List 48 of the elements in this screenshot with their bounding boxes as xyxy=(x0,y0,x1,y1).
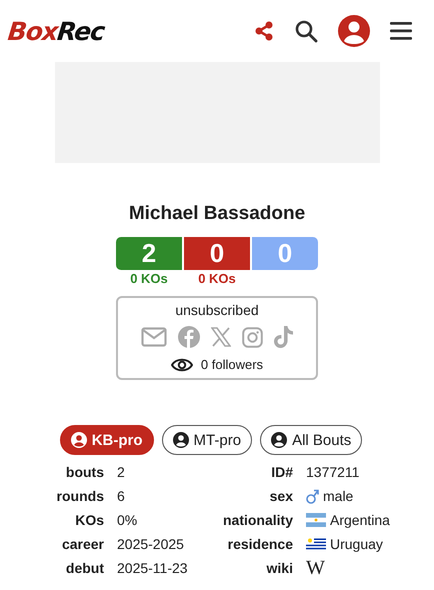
record-count: 0 xyxy=(184,237,250,270)
stat-label: rounds xyxy=(56,488,104,504)
wikipedia-link[interactable]: W xyxy=(306,559,325,577)
stat-label: debut xyxy=(66,560,104,576)
tab[interactable]: MT-pro xyxy=(162,425,252,455)
follower-count: 0 followers xyxy=(200,357,264,372)
stat-label: career xyxy=(62,536,104,552)
ko-count: 0 KOs xyxy=(130,271,168,286)
ko-count: 0 KOs xyxy=(198,271,236,286)
share-icon[interactable] xyxy=(254,21,274,41)
boxrec-logo[interactable]: BoxRec xyxy=(6,16,106,46)
stat-label: wiki xyxy=(266,560,293,576)
user-icon xyxy=(70,432,87,448)
stat-value: 1377211 xyxy=(306,463,360,481)
stat-value: Argentina xyxy=(330,511,390,529)
stat-label: residence xyxy=(228,536,293,552)
stat-label: ID# xyxy=(271,464,293,480)
user-avatar-icon[interactable] xyxy=(338,15,370,47)
facebook-icon[interactable] xyxy=(178,326,200,348)
eye-icon xyxy=(170,358,193,372)
stat-label: bouts xyxy=(66,464,104,480)
tab[interactable]: KB-pro xyxy=(60,425,154,455)
stat-value: 2025-2025 xyxy=(117,535,184,553)
stat-value: 6 xyxy=(117,487,125,505)
male-symbol-icon xyxy=(306,488,319,504)
tiktok-icon[interactable] xyxy=(274,326,294,348)
mail-icon[interactable] xyxy=(140,327,166,347)
search-icon[interactable] xyxy=(294,19,318,43)
stat-value: 2025-11-23 xyxy=(117,559,188,577)
tab[interactable]: All Bouts xyxy=(260,425,362,455)
stat-label: sex xyxy=(270,488,293,504)
stat-value: male xyxy=(323,487,354,505)
instagram-icon[interactable] xyxy=(242,326,262,348)
flag-icon xyxy=(306,537,326,551)
record-count: 2 xyxy=(116,237,182,270)
user-icon xyxy=(172,432,189,448)
x-icon[interactable] xyxy=(210,327,230,347)
stat-value: 2 xyxy=(117,463,125,481)
stat-value: Uruguay xyxy=(330,535,383,553)
stat-value: 0% xyxy=(117,511,138,529)
menu-icon[interactable] xyxy=(390,22,412,40)
record-count: 0 xyxy=(252,237,318,270)
subscription-status: unsubscribed xyxy=(175,302,259,318)
user-icon xyxy=(271,432,288,448)
stat-label: nationality xyxy=(222,512,293,528)
flag-icon xyxy=(306,513,326,527)
stat-label: KOs xyxy=(75,512,104,528)
boxer-name: Michael Bassadone xyxy=(128,203,306,225)
